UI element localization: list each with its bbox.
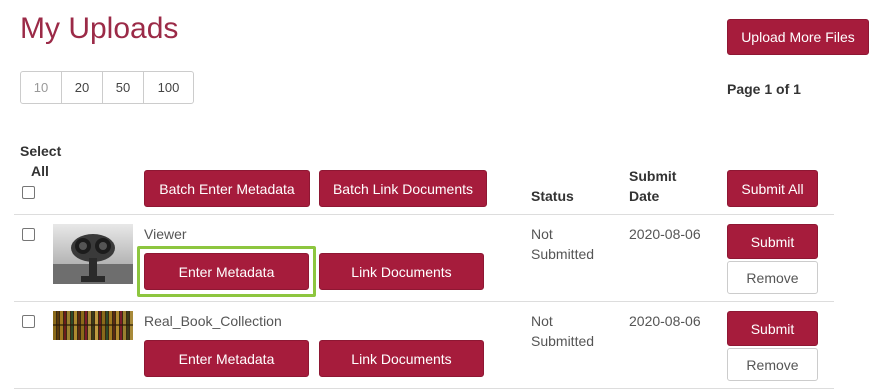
submit-date-value: 2020-08-06 xyxy=(629,313,701,329)
link-documents-button[interactable]: Link Documents xyxy=(319,253,484,290)
status-value: Not Submitted xyxy=(531,311,594,351)
enter-metadata-button[interactable]: Enter Metadata xyxy=(144,253,309,290)
row-checkbox[interactable] xyxy=(22,315,35,328)
page-size-selector: 10 20 50 100 xyxy=(20,71,194,104)
select-all-label-line1: Select xyxy=(20,143,62,159)
enter-metadata-button[interactable]: Enter Metadata xyxy=(144,340,309,377)
submit-date-header-line2: Date xyxy=(629,188,660,204)
status-value-line1: Not xyxy=(531,226,553,242)
page-title: My Uploads xyxy=(20,12,179,45)
row-divider xyxy=(14,388,834,389)
status-value-line2: Submitted xyxy=(531,333,595,349)
select-all-label: Select All xyxy=(20,141,61,181)
select-all-checkbox[interactable] xyxy=(22,186,35,199)
page-size-20[interactable]: 20 xyxy=(62,72,103,103)
file-name: Real_Book_Collection xyxy=(144,313,282,329)
table-row: Viewer Enter Metadata Link Documents Not… xyxy=(0,215,873,301)
submit-date-header-line1: Submit xyxy=(629,168,677,184)
batch-enter-metadata-button[interactable]: Batch Enter Metadata xyxy=(144,170,310,207)
file-thumbnail-viewer xyxy=(53,224,133,284)
status-value: Not Submitted xyxy=(531,224,594,264)
row-checkbox[interactable] xyxy=(22,228,35,241)
submit-all-button[interactable]: Submit All xyxy=(727,170,818,207)
status-value-line1: Not xyxy=(531,313,553,329)
submit-date-value: 2020-08-06 xyxy=(629,226,701,242)
status-header: Status xyxy=(531,188,574,204)
submit-button[interactable]: Submit xyxy=(727,224,818,259)
file-name: Viewer xyxy=(144,226,187,242)
batch-link-documents-button[interactable]: Batch Link Documents xyxy=(319,170,487,207)
file-thumbnail-books xyxy=(53,311,133,340)
submit-button[interactable]: Submit xyxy=(727,311,818,346)
link-documents-button[interactable]: Link Documents xyxy=(319,340,484,377)
remove-button[interactable]: Remove xyxy=(727,261,818,294)
page-indicator: Page 1 of 1 xyxy=(727,81,801,97)
upload-more-button[interactable]: Upload More Files xyxy=(727,19,869,55)
remove-button[interactable]: Remove xyxy=(727,348,818,381)
status-value-line2: Submitted xyxy=(531,246,595,262)
select-all-label-line2: All xyxy=(31,163,49,179)
submit-date-header: Submit Date xyxy=(629,166,676,206)
page-size-100[interactable]: 100 xyxy=(144,72,193,103)
page-size-50[interactable]: 50 xyxy=(103,72,144,103)
page-size-10[interactable]: 10 xyxy=(21,72,62,103)
table-row: Real_Book_Collection Enter Metadata Link… xyxy=(0,302,873,388)
